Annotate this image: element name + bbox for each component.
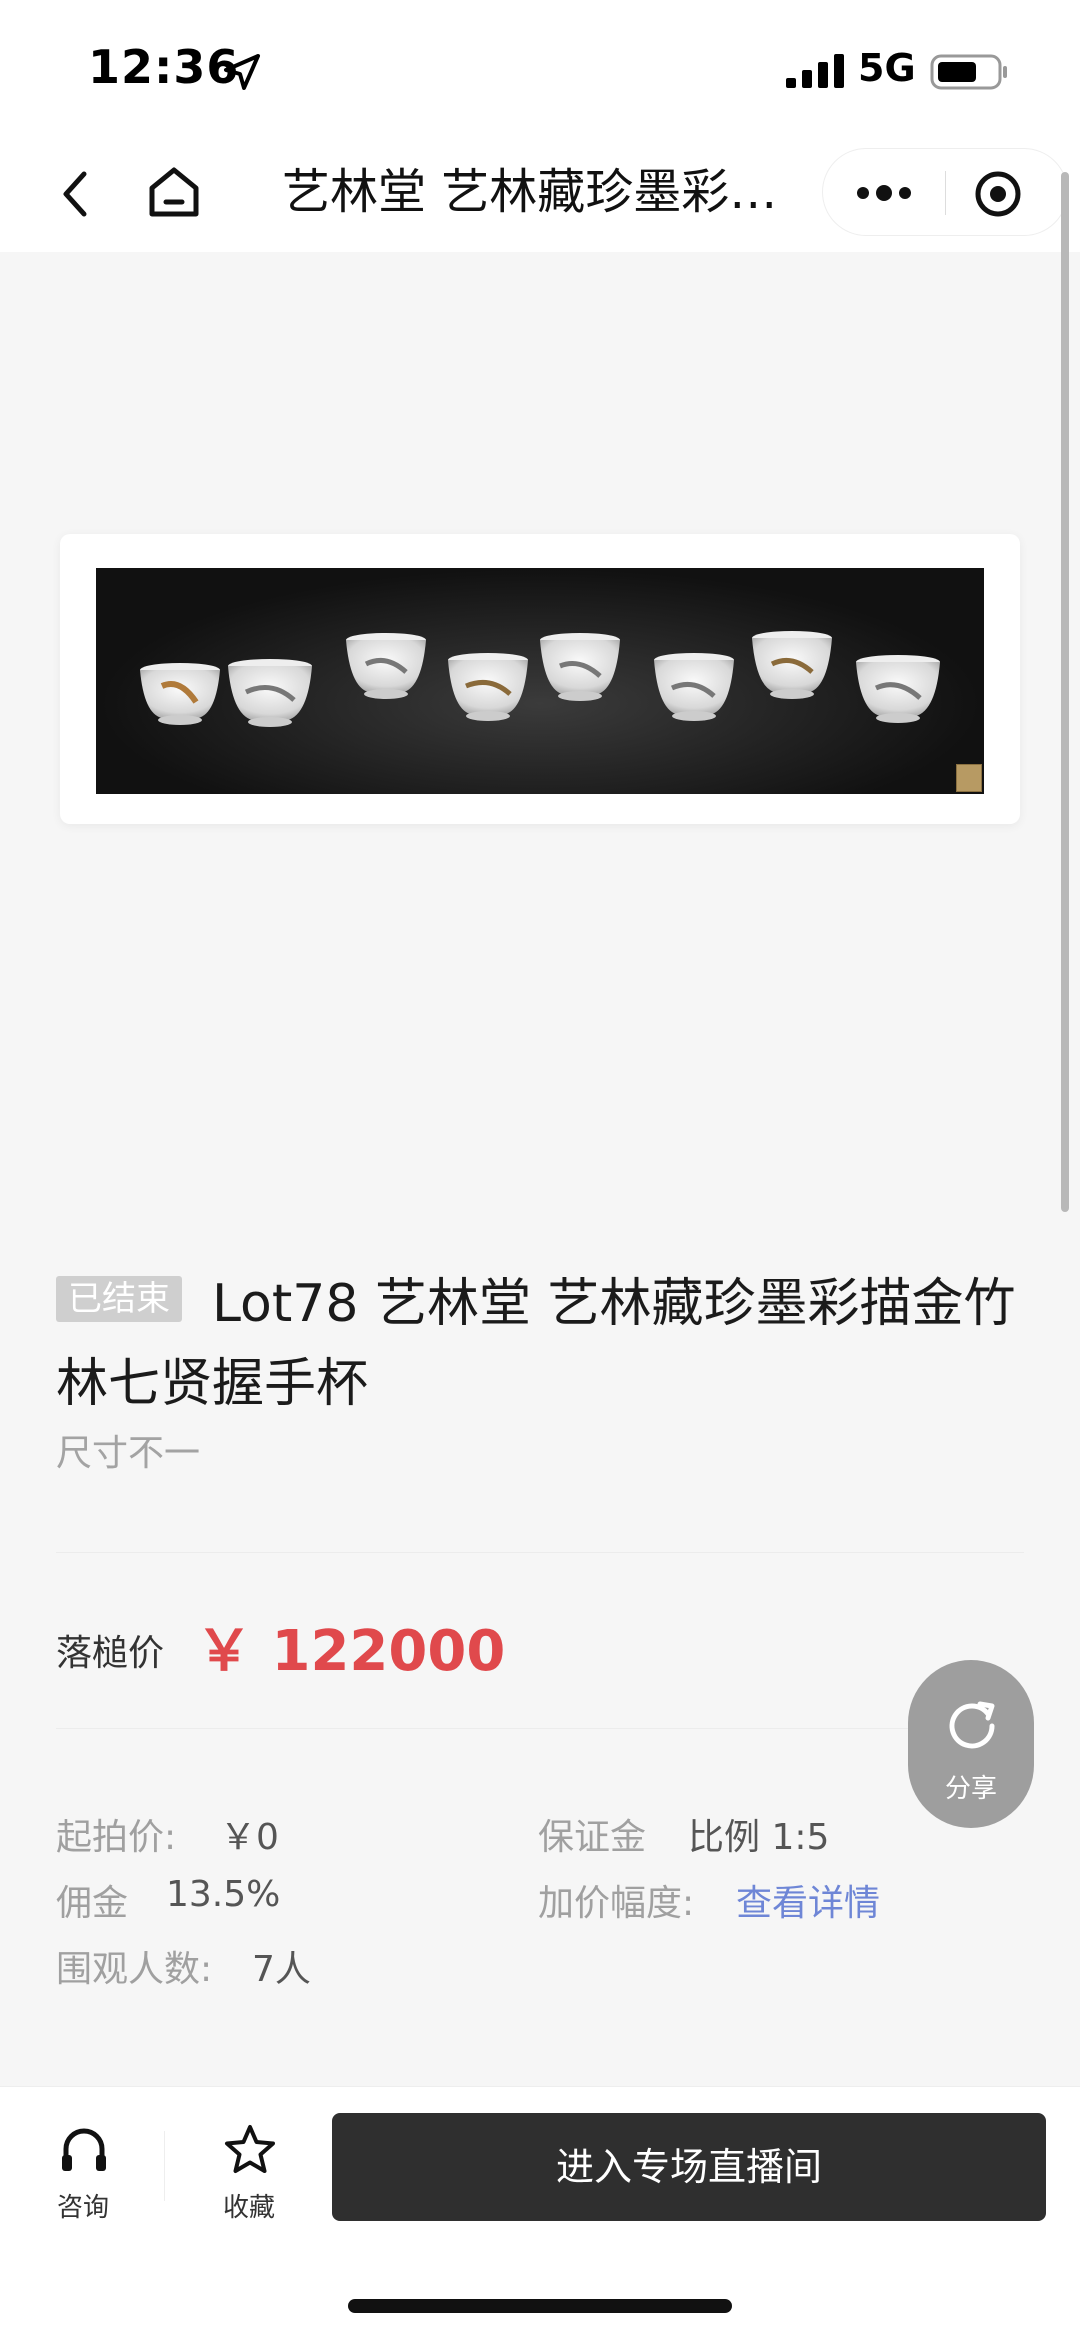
target-icon[interactable] [973, 169, 1023, 219]
cup-1 [140, 663, 220, 725]
cups-illustration [140, 631, 940, 727]
cup-7 [752, 631, 832, 699]
viewers-value: 7人 [252, 1949, 311, 1990]
cup-5 [540, 633, 620, 701]
status-bar: 12:36 5G [0, 0, 1080, 140]
scrollbar[interactable] [1061, 172, 1069, 1212]
nav-title: 艺林堂 艺林藏珍墨彩描金竹林七贤握手杯 [282, 164, 802, 220]
more-icon[interactable] [853, 177, 915, 209]
divider [56, 1552, 1024, 1553]
status-badge: 已结束 [56, 1276, 182, 1322]
home-icon[interactable] [146, 162, 202, 222]
share-label: 分享 [944, 1774, 997, 1804]
location-arrow-icon [224, 54, 260, 90]
hammer-price-value: ￥ 122000 [196, 1619, 506, 1684]
deposit-label: 保证金 [538, 1817, 647, 1858]
star-icon [225, 2125, 275, 2173]
home-indicator[interactable] [348, 2299, 732, 2313]
increment-label: 加价幅度: [538, 1883, 695, 1924]
cup-2 [228, 659, 312, 727]
cup-6 [654, 653, 734, 721]
increment-details-link[interactable]: 查看详情 [736, 1874, 880, 1926]
commission-value: 13.5% [166, 1874, 281, 1915]
share-refresh-icon [949, 1701, 995, 1749]
headset-icon [62, 2128, 106, 2171]
consult-label: 咨询 [56, 2193, 109, 2223]
cup-4 [448, 653, 528, 721]
nav-bar: 艺林堂 艺林藏珍墨彩描金竹林七贤握手杯 [0, 140, 1080, 252]
product-image-card[interactable] [60, 534, 1020, 824]
mini-program-capsule [822, 148, 1068, 236]
cup-3 [346, 633, 426, 699]
lot-size: 尺寸不一 [56, 1433, 201, 1474]
lot-title: Lot78 艺林堂 艺林藏珍墨彩描金竹林七贤握手杯 [56, 1274, 1016, 1414]
favorite-label: 收藏 [222, 2193, 275, 2223]
favorite-button[interactable]: 收藏 [204, 2123, 294, 2223]
cup-8 [856, 655, 940, 723]
hammer-price-label: 落槌价 [56, 1633, 165, 1674]
commission-label: 佣金 [56, 1883, 129, 1924]
deposit-value: 比例 1:5 [688, 1817, 830, 1858]
product-image[interactable] [96, 568, 984, 794]
capsule-divider [945, 171, 946, 215]
signal-icon [786, 54, 844, 88]
viewers-label: 围观人数: [56, 1949, 213, 1990]
status-time: 12:36 [88, 40, 240, 94]
battery-icon [930, 54, 1007, 90]
share-button[interactable]: 分享 [908, 1660, 1034, 1828]
back-icon[interactable] [52, 164, 98, 224]
consult-button[interactable]: 咨询 [38, 2123, 128, 2223]
seal-stamp [956, 764, 982, 792]
start-price-label: 起拍价: [56, 1817, 177, 1858]
network-label: 5G [858, 46, 916, 90]
enter-live-room-button[interactable]: 进入专场直播间 [332, 2113, 1046, 2221]
start-price-value: ￥0 [220, 1817, 279, 1858]
divider [164, 2131, 165, 2201]
divider [56, 1728, 1024, 1729]
